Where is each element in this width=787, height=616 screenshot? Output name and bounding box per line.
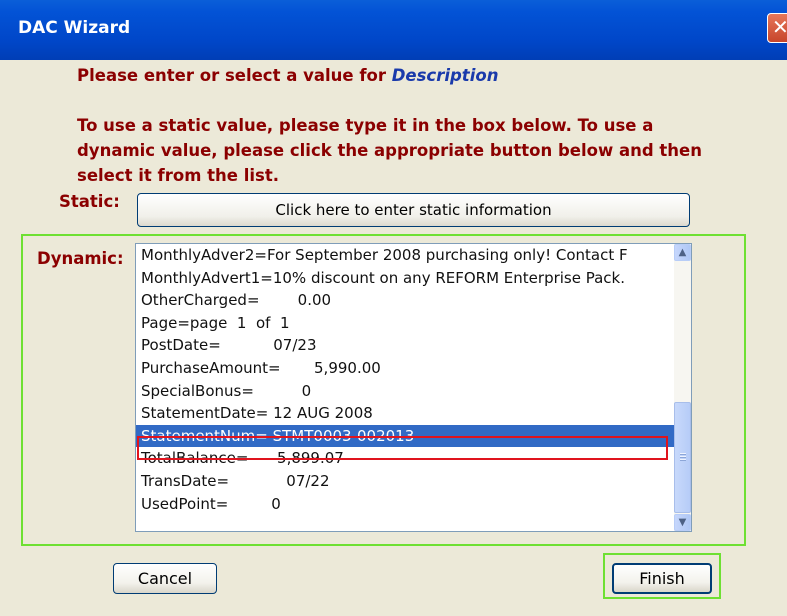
finish-button[interactable]: Finish xyxy=(612,563,712,594)
window-title: DAC Wizard xyxy=(18,18,131,38)
list-item[interactable]: OtherCharged= 0.00 xyxy=(136,289,674,312)
dac-wizard-window: DAC Wizard ✕ Please enter or select a va… xyxy=(0,0,787,616)
list-item-selected[interactable]: StatementNum= STMT0003-002013 xyxy=(136,424,674,448)
list-item[interactable]: StatementDate= 12 AUG 2008 xyxy=(136,402,674,425)
title-bar[interactable]: DAC Wizard ✕ xyxy=(0,0,787,60)
list-item[interactable]: UsedPoint= 0 xyxy=(136,493,674,516)
list-item[interactable]: SpecialBonus= 0 xyxy=(136,380,674,403)
prompt-text: Please enter or select a value for Descr… xyxy=(77,66,498,85)
scroll-up-icon[interactable]: ▲ xyxy=(674,244,691,261)
instructions-text: To use a static value, please type it in… xyxy=(77,116,702,185)
vertical-scrollbar[interactable]: ▲ ▼ xyxy=(674,244,691,531)
dynamic-values-list[interactable]: MonthlyAdver2=For September 2008 purchas… xyxy=(135,243,692,532)
prompt-label: Please enter or select a value for xyxy=(77,66,392,85)
list-item[interactable]: Page=page 1 of 1 xyxy=(136,312,674,335)
dynamic-label: Dynamic: xyxy=(37,249,124,268)
list-item[interactable]: TotalBalance= 5,899.07 xyxy=(136,447,674,470)
enter-static-button[interactable]: Click here to enter static information xyxy=(137,193,690,227)
scroll-down-icon[interactable]: ▼ xyxy=(674,514,691,531)
list-item[interactable]: MonthlyAdver2=For September 2008 purchas… xyxy=(136,244,674,267)
list-items-container: MonthlyAdver2=For September 2008 purchas… xyxy=(136,244,674,531)
list-item[interactable]: TransDate= 07/22 xyxy=(136,470,674,493)
prompt-field-name: Description xyxy=(391,66,499,85)
close-icon[interactable]: ✕ xyxy=(767,13,787,43)
scrollbar-thumb[interactable] xyxy=(674,402,691,513)
static-label: Static: xyxy=(59,192,120,211)
cancel-button[interactable]: Cancel xyxy=(113,563,217,594)
grip-icon xyxy=(680,453,686,462)
list-item[interactable]: PurchaseAmount= 5,990.00 xyxy=(136,357,674,380)
list-item[interactable]: PostDate= 07/23 xyxy=(136,334,674,357)
list-item[interactable]: MonthlyAdvert1=10% discount on any REFOR… xyxy=(136,267,674,290)
